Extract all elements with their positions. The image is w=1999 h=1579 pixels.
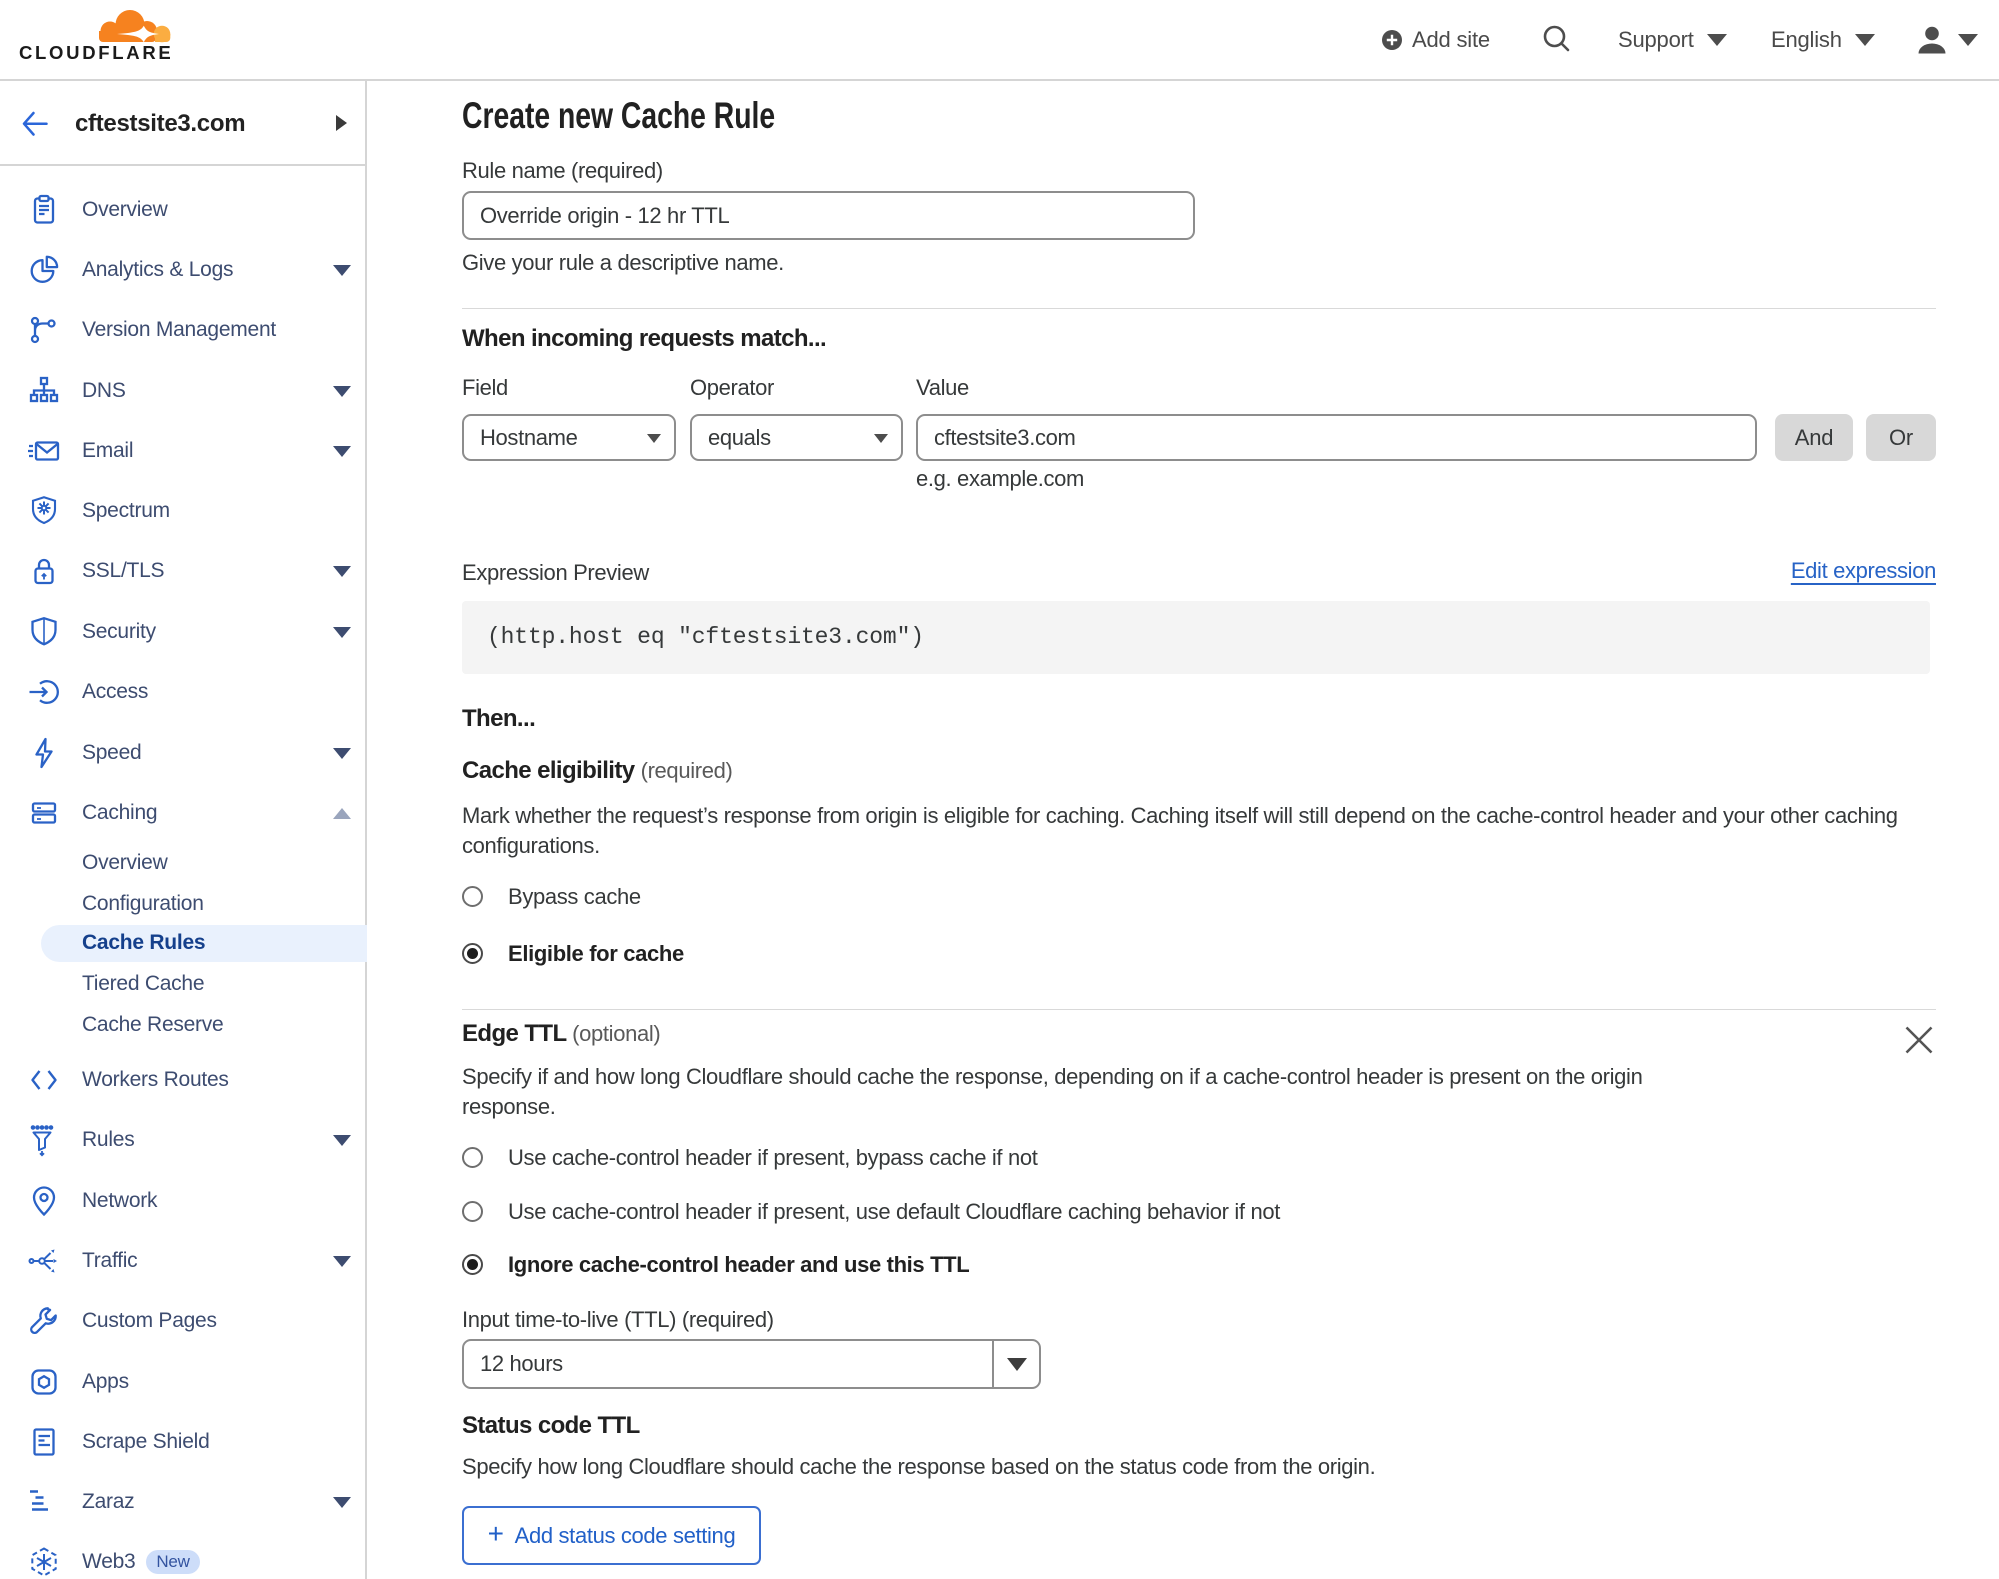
- svg-text:CLOUDFLARE: CLOUDFLARE: [19, 42, 173, 63]
